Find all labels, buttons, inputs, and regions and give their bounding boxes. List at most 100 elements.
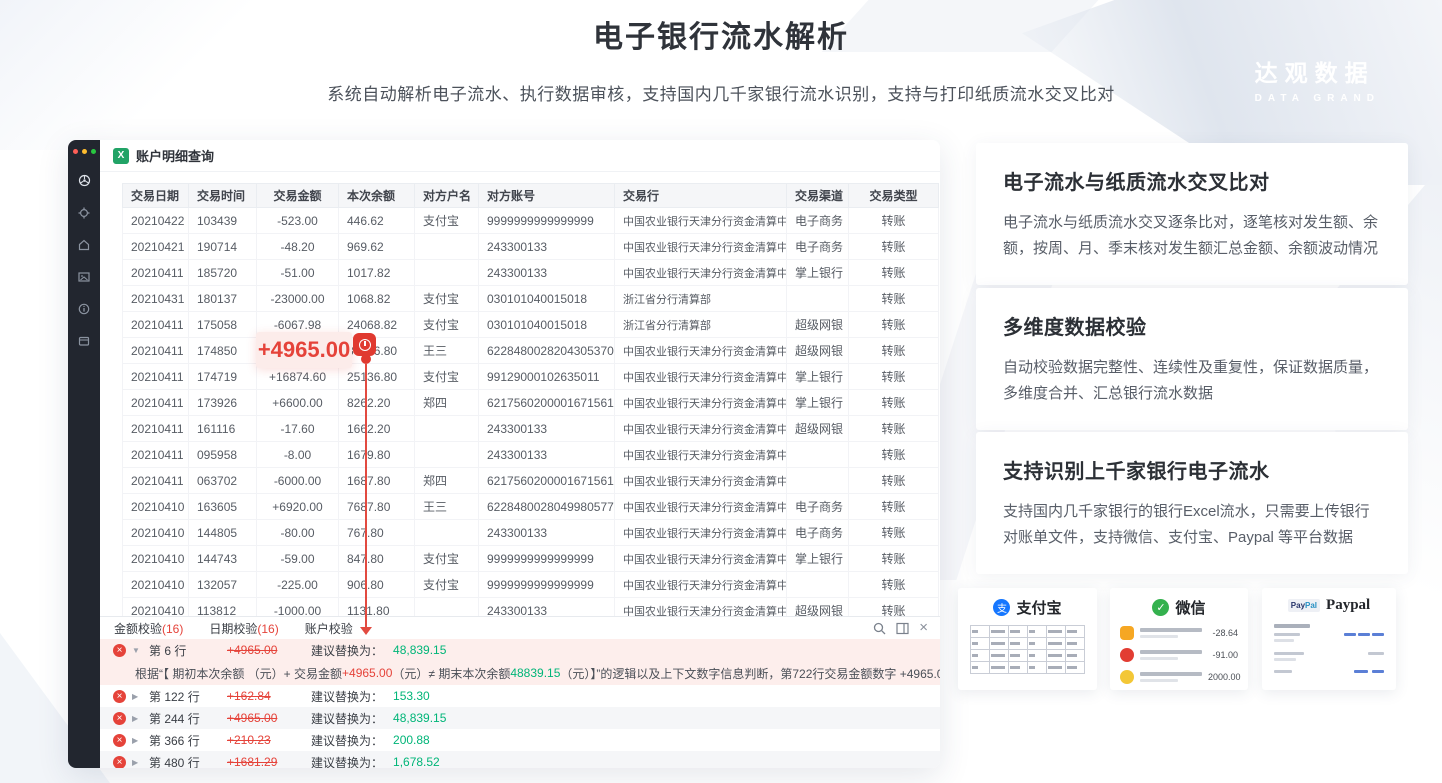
close-icon[interactable]: × [919,621,928,635]
caret-right-icon[interactable]: ▶ [132,692,142,701]
issue-suggest-label: 建议替换为： [311,754,383,769]
table-cell: 支付宝 [415,572,479,598]
table-cell: 转账 [849,260,939,286]
table-cell: -17.60 [257,416,339,442]
table-cell: 174719 [189,364,257,390]
issue-new-value: 48,839.15 [393,643,446,657]
table-cell: 转账 [849,468,939,494]
table-cell: +6920.00 [257,494,339,520]
folder-icon[interactable] [78,335,90,347]
caret-right-icon[interactable]: ▶ [132,736,142,745]
table-row[interactable]: 20210422103439-523.00446.62支付宝9999999999… [123,208,939,234]
table-row[interactable]: 20210411185720-51.001017.82243300133中国农业… [123,260,939,286]
app-logo-icon[interactable] [78,174,91,187]
table-cell: 446.62 [339,208,415,234]
table-cell: 王三 [415,338,479,364]
table-cell: 243300133 [479,442,615,468]
table-cell: 9999999999999999 [479,572,615,598]
table-cell: 1662.20 [339,416,415,442]
table-row[interactable]: 20210411161116-17.601662.20243300133中国农业… [123,416,939,442]
image-icon[interactable] [78,271,90,283]
feature-card-1: 电子流水与纸质流水交叉比对电子流水与纸质流水交叉逐条比对，逐笔核对发生额、余额，… [976,143,1408,285]
issue-detail-text: 根据“【 期初本次余额 （元）+ 交易金额 +4965.00（元）≠ 期末本次余… [100,661,940,685]
table-row[interactable]: 20210421190714-48.20969.62243300133中国农业银… [123,234,939,260]
gear-icon[interactable] [78,207,90,219]
table-cell: 161116 [189,416,257,442]
caret-right-icon[interactable]: ▶ [132,758,142,767]
validation-issue-row[interactable]: ×▶第 244 行+4965.00建议替换为：48,839.15 [100,707,940,729]
table-cell: 20210411 [123,260,189,286]
table-row[interactable]: 20210431180137-23000.001068.82支付宝0301010… [123,286,939,312]
issue-old-value: +162.84 [227,689,307,703]
table-row[interactable]: 20210411175058-6067.9824068.82支付宝0301010… [123,312,939,338]
info-icon[interactable] [78,303,90,315]
table-row[interactable]: 20210411173926+6600.008262.20郑四621756020… [123,390,939,416]
transaction-icon [1120,648,1134,662]
maximize-window-icon[interactable] [91,149,96,154]
table-cell: 转账 [849,572,939,598]
validation-issue-row[interactable]: ×▼第 6 行+4965.00建议替换为：48,839.15 [100,639,940,661]
table-cell: 转账 [849,546,939,572]
table-row[interactable]: 20210411174719+16874.6025136.80支付宝991290… [123,364,939,390]
table-cell: 144743 [189,546,257,572]
table-row[interactable]: 20210411095958-8.001679.80243300133中国农业银… [123,442,939,468]
table-cell: 30136.80 [339,338,415,364]
validation-tab-1[interactable]: 金额校验(16) [114,620,183,637]
table-cell: 185720 [189,260,257,286]
table-cell [415,520,479,546]
table-cell: 支付宝 [415,286,479,312]
table-cell [787,468,849,494]
validation-tab-3[interactable]: 账户校验 [305,620,353,637]
table-row[interactable]: 20210410144743-59.00847.80支付宝99999999999… [123,546,939,572]
table-cell [787,572,849,598]
minimize-window-icon[interactable] [82,149,87,154]
table-cell: 郑四 [415,468,479,494]
transactions-table: 交易日期交易时间交易金额本次余额对方户名对方账号交易行交易渠道交易类型 2021… [122,183,939,624]
validation-issue-row[interactable]: ×▶第 480 行+1681.29建议替换为：1,678.52 [100,751,940,768]
table-cell: 中国农业银行天津分行资金清算中心 [615,546,787,572]
issue-old-value: +4965.00 [227,643,307,657]
error-icon: × [113,644,126,657]
table-row[interactable]: 20210411063702-6000.001687.80郑四621756020… [123,468,939,494]
issue-suggest-label: 建议替换为： [311,642,383,659]
table-cell: 转账 [849,364,939,390]
validation-tab-2[interactable]: 日期校验(16) [209,620,278,637]
close-window-icon[interactable] [73,149,78,154]
table-cell: 906.80 [339,572,415,598]
column-header: 本次余额 [339,184,415,208]
validation-issue-row[interactable]: ×▶第 366 行+210.23建议替换为：200.88 [100,729,940,751]
panel-layout-icon[interactable] [896,622,909,635]
table-cell: 99129000102635011 [479,364,615,390]
issue-suggest-label: 建议替换为： [311,710,383,727]
table-cell: 6217560200001671561 [479,468,615,494]
wechat-transaction-row: -91.00 [1110,648,1248,662]
table-cell: 243300133 [479,416,615,442]
column-header: 交易行 [615,184,787,208]
transaction-icon [1120,626,1134,640]
table-row[interactable]: 20210410132057-225.00906.80支付宝9999999999… [123,572,939,598]
table-cell: 掌上银行 [787,364,849,390]
table-row[interactable]: 2021041117485030136.80王三6228480028204305… [123,338,939,364]
home-icon[interactable] [78,239,90,251]
error-icon: × [113,756,126,769]
caret-right-icon[interactable]: ▶ [132,714,142,723]
table-cell: 063702 [189,468,257,494]
table-cell: 支付宝 [415,208,479,234]
table-row[interactable]: 20210410163605+6920.007687.80王三622848002… [123,494,939,520]
table-cell [415,260,479,286]
transaction-label-bars [1140,628,1206,638]
search-icon[interactable] [873,622,886,635]
table-cell: 095958 [189,442,257,468]
table-cell: 支付宝 [415,364,479,390]
table-cell: 9999999999999999 [479,546,615,572]
table-cell: 1068.82 [339,286,415,312]
validation-issue-row[interactable]: ×▶第 122 行+162.84建议替换为：153.30 [100,685,940,707]
table-cell [415,234,479,260]
table-cell: 6217560200001671561 [479,390,615,416]
feature-title: 多维度数据校验 [1003,311,1381,340]
table-row[interactable]: 20210410144805-80.00767.80243300133中国农业银… [123,520,939,546]
table-cell: 1687.80 [339,468,415,494]
caret-down-icon[interactable]: ▼ [132,646,142,655]
column-header: 对方户名 [415,184,479,208]
table-cell: 20210410 [123,572,189,598]
